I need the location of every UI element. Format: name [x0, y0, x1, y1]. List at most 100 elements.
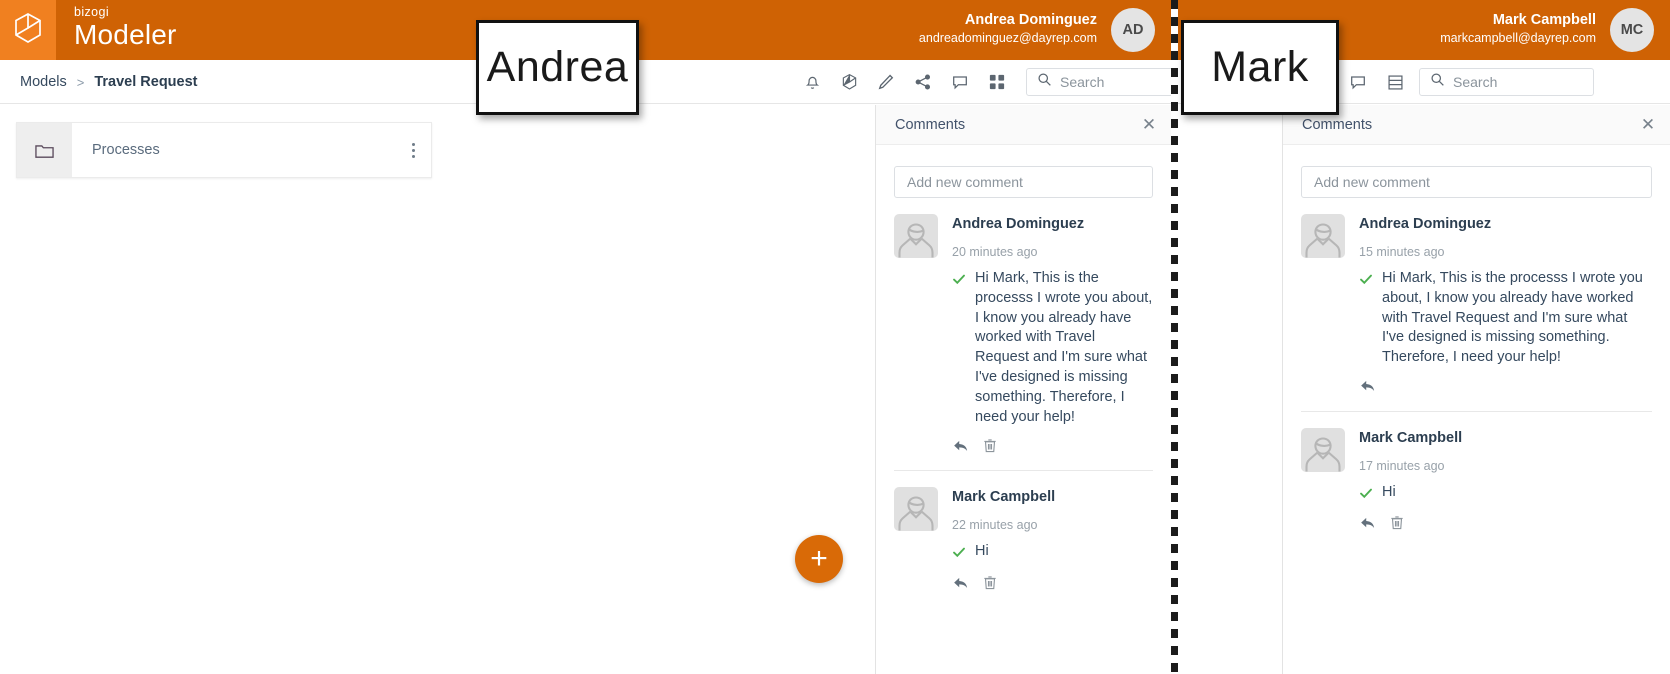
folder-icon — [17, 123, 72, 177]
comment-meta: Mark Campbell 17 minutes ago — [1359, 428, 1462, 475]
callout-mark: Mark — [1181, 20, 1339, 115]
comment-actions — [1359, 514, 1652, 532]
reply-icon[interactable] — [952, 436, 970, 454]
folder-card-processes[interactable]: Processes — [16, 122, 432, 178]
comment-author: Andrea Dominguez — [1359, 216, 1492, 232]
cube-icon[interactable] — [837, 70, 861, 94]
toolbar-icon-group-left — [800, 60, 1009, 104]
user-name: Mark Campbell — [1492, 12, 1596, 28]
cube-icon — [13, 12, 43, 49]
brand-logo-tile[interactable] — [0, 0, 56, 60]
new-comment-input[interactable] — [894, 166, 1153, 198]
screenshot-divider — [1171, 0, 1178, 674]
avatar — [1301, 427, 1345, 472]
search-box-left[interactable] — [1026, 68, 1171, 96]
comments-panel-right: Comments ✕ Andrea Dominguez 15 minutes a… — [1282, 105, 1670, 674]
brand-title: bizogi Modeler — [74, 6, 177, 51]
comment-body: Hi Mark, This is the processs I wrote yo… — [952, 269, 1153, 427]
check-icon — [952, 542, 966, 564]
comment-text: Hi Mark, This is the processs I wrote yo… — [1382, 270, 1643, 366]
delete-icon[interactable] — [981, 573, 999, 591]
comments-panel-left: Comments ✕ Andrea Dominguez 20 minutes a… — [875, 105, 1171, 674]
comment-icon[interactable] — [948, 70, 972, 94]
search-icon — [1430, 72, 1445, 92]
user-info-right: Mark Campbell markcampbell@dayrep.com — [1440, 11, 1596, 47]
check-icon — [1359, 483, 1373, 505]
share-icon[interactable] — [911, 70, 935, 94]
comment-author: Mark Campbell — [952, 489, 1056, 506]
kebab-menu-icon[interactable] — [395, 123, 431, 177]
user-email: markcampbell@dayrep.com — [1440, 31, 1596, 45]
toolbar-icon-group-right — [1346, 60, 1407, 104]
avatar — [1301, 214, 1345, 258]
list-icon[interactable] — [1383, 70, 1407, 94]
comments-panel-body: Andrea Dominguez 15 minutes ago Hi Mark,… — [1283, 145, 1670, 532]
panel-title: Comments — [1302, 116, 1373, 133]
comment-actions — [1359, 377, 1652, 395]
chevron-right-icon: > — [76, 74, 85, 90]
close-icon[interactable]: ✕ — [1638, 115, 1658, 135]
avatar[interactable]: MC — [1610, 8, 1654, 52]
comment-list: Andrea Dominguez 15 minutes ago Hi Mark,… — [1301, 198, 1652, 532]
comment-timestamp: 20 minutes ago — [952, 245, 1038, 259]
new-comment-input[interactable] — [1301, 166, 1652, 198]
callout-andrea: Andrea — [476, 20, 639, 115]
comment-header: Mark Campbell 22 minutes ago — [894, 487, 1153, 534]
reply-icon[interactable] — [952, 573, 970, 591]
check-icon — [1359, 269, 1373, 368]
grid-icon[interactable] — [985, 70, 1009, 94]
breadcrumb: Models > Travel Request — [20, 60, 198, 104]
comment-meta: Andrea Dominguez 15 minutes ago — [1359, 214, 1491, 261]
comments-panel-header: Comments ✕ — [876, 105, 1171, 145]
comment-item: Andrea Dominguez 15 minutes ago Hi Mark,… — [1301, 198, 1652, 395]
comment-body: Hi — [1359, 483, 1652, 505]
user-name: Andrea Dominguez — [964, 12, 1097, 28]
avatar — [894, 214, 938, 258]
search-icon — [1037, 72, 1052, 92]
reply-icon[interactable] — [1359, 514, 1377, 532]
comments-panel-header: Comments ✕ — [1283, 105, 1670, 145]
avatar — [894, 487, 938, 532]
comments-panel-body: Andrea Dominguez 20 minutes ago Hi Mark,… — [876, 145, 1171, 591]
comment-timestamp: 15 minutes ago — [1359, 245, 1445, 259]
brand-subtitle: bizogi — [74, 5, 110, 19]
close-icon[interactable]: ✕ — [1139, 115, 1159, 135]
comment-meta: Mark Campbell 22 minutes ago — [952, 487, 1055, 534]
panel-title: Comments — [895, 116, 966, 133]
avatar[interactable]: AD — [1111, 8, 1155, 52]
search-input[interactable] — [1060, 69, 1171, 95]
comment-timestamp: 22 minutes ago — [952, 518, 1038, 533]
comment-timestamp: 17 minutes ago — [1359, 458, 1445, 473]
pencil-icon[interactable] — [874, 70, 898, 94]
app-root: bizogi Modeler Andrea Dominguez andreado… — [0, 0, 1670, 674]
comment-author: Mark Campbell — [1359, 429, 1463, 446]
delete-icon[interactable] — [1388, 514, 1406, 532]
brand-name: Modeler — [74, 19, 177, 50]
add-button[interactable]: + — [795, 535, 843, 583]
search-input[interactable] — [1453, 69, 1583, 95]
user-email: andreadominguez@dayrep.com — [918, 31, 1097, 45]
comment-text: Hi — [975, 543, 989, 560]
workspace-canvas: Processes + — [0, 105, 875, 674]
comment-actions — [952, 436, 1153, 454]
comment-header: Andrea Dominguez 15 minutes ago — [1301, 214, 1652, 261]
delete-icon[interactable] — [981, 436, 999, 454]
search-box-right[interactable] — [1419, 68, 1594, 96]
comment-icon[interactable] — [1346, 70, 1370, 94]
comment-body: Hi — [952, 542, 1153, 564]
comment-item: Mark Campbell 22 minutes ago Hi — [894, 470, 1153, 591]
comment-item: Mark Campbell 17 minutes ago Hi — [1301, 410, 1652, 532]
reply-icon[interactable] — [1359, 377, 1377, 395]
breadcrumb-models[interactable]: Models — [20, 74, 67, 90]
user-info-left: Andrea Dominguez andreadominguez@dayrep.… — [919, 11, 1097, 47]
comment-item: Andrea Dominguez 20 minutes ago Hi Mark,… — [894, 198, 1153, 454]
comment-meta: Andrea Dominguez 20 minutes ago — [952, 214, 1084, 261]
comment-author: Andrea Dominguez — [952, 216, 1085, 232]
comment-header: Andrea Dominguez 20 minutes ago — [894, 214, 1153, 261]
folder-name: Processes — [92, 142, 160, 158]
comment-list: Andrea Dominguez 20 minutes ago Hi Mark,… — [894, 198, 1153, 591]
check-icon — [952, 269, 966, 427]
comment-header: Mark Campbell 17 minutes ago — [1301, 427, 1652, 475]
comment-text: Hi Mark, This is the processs I wrote yo… — [975, 270, 1153, 425]
bell-icon[interactable] — [800, 70, 824, 94]
